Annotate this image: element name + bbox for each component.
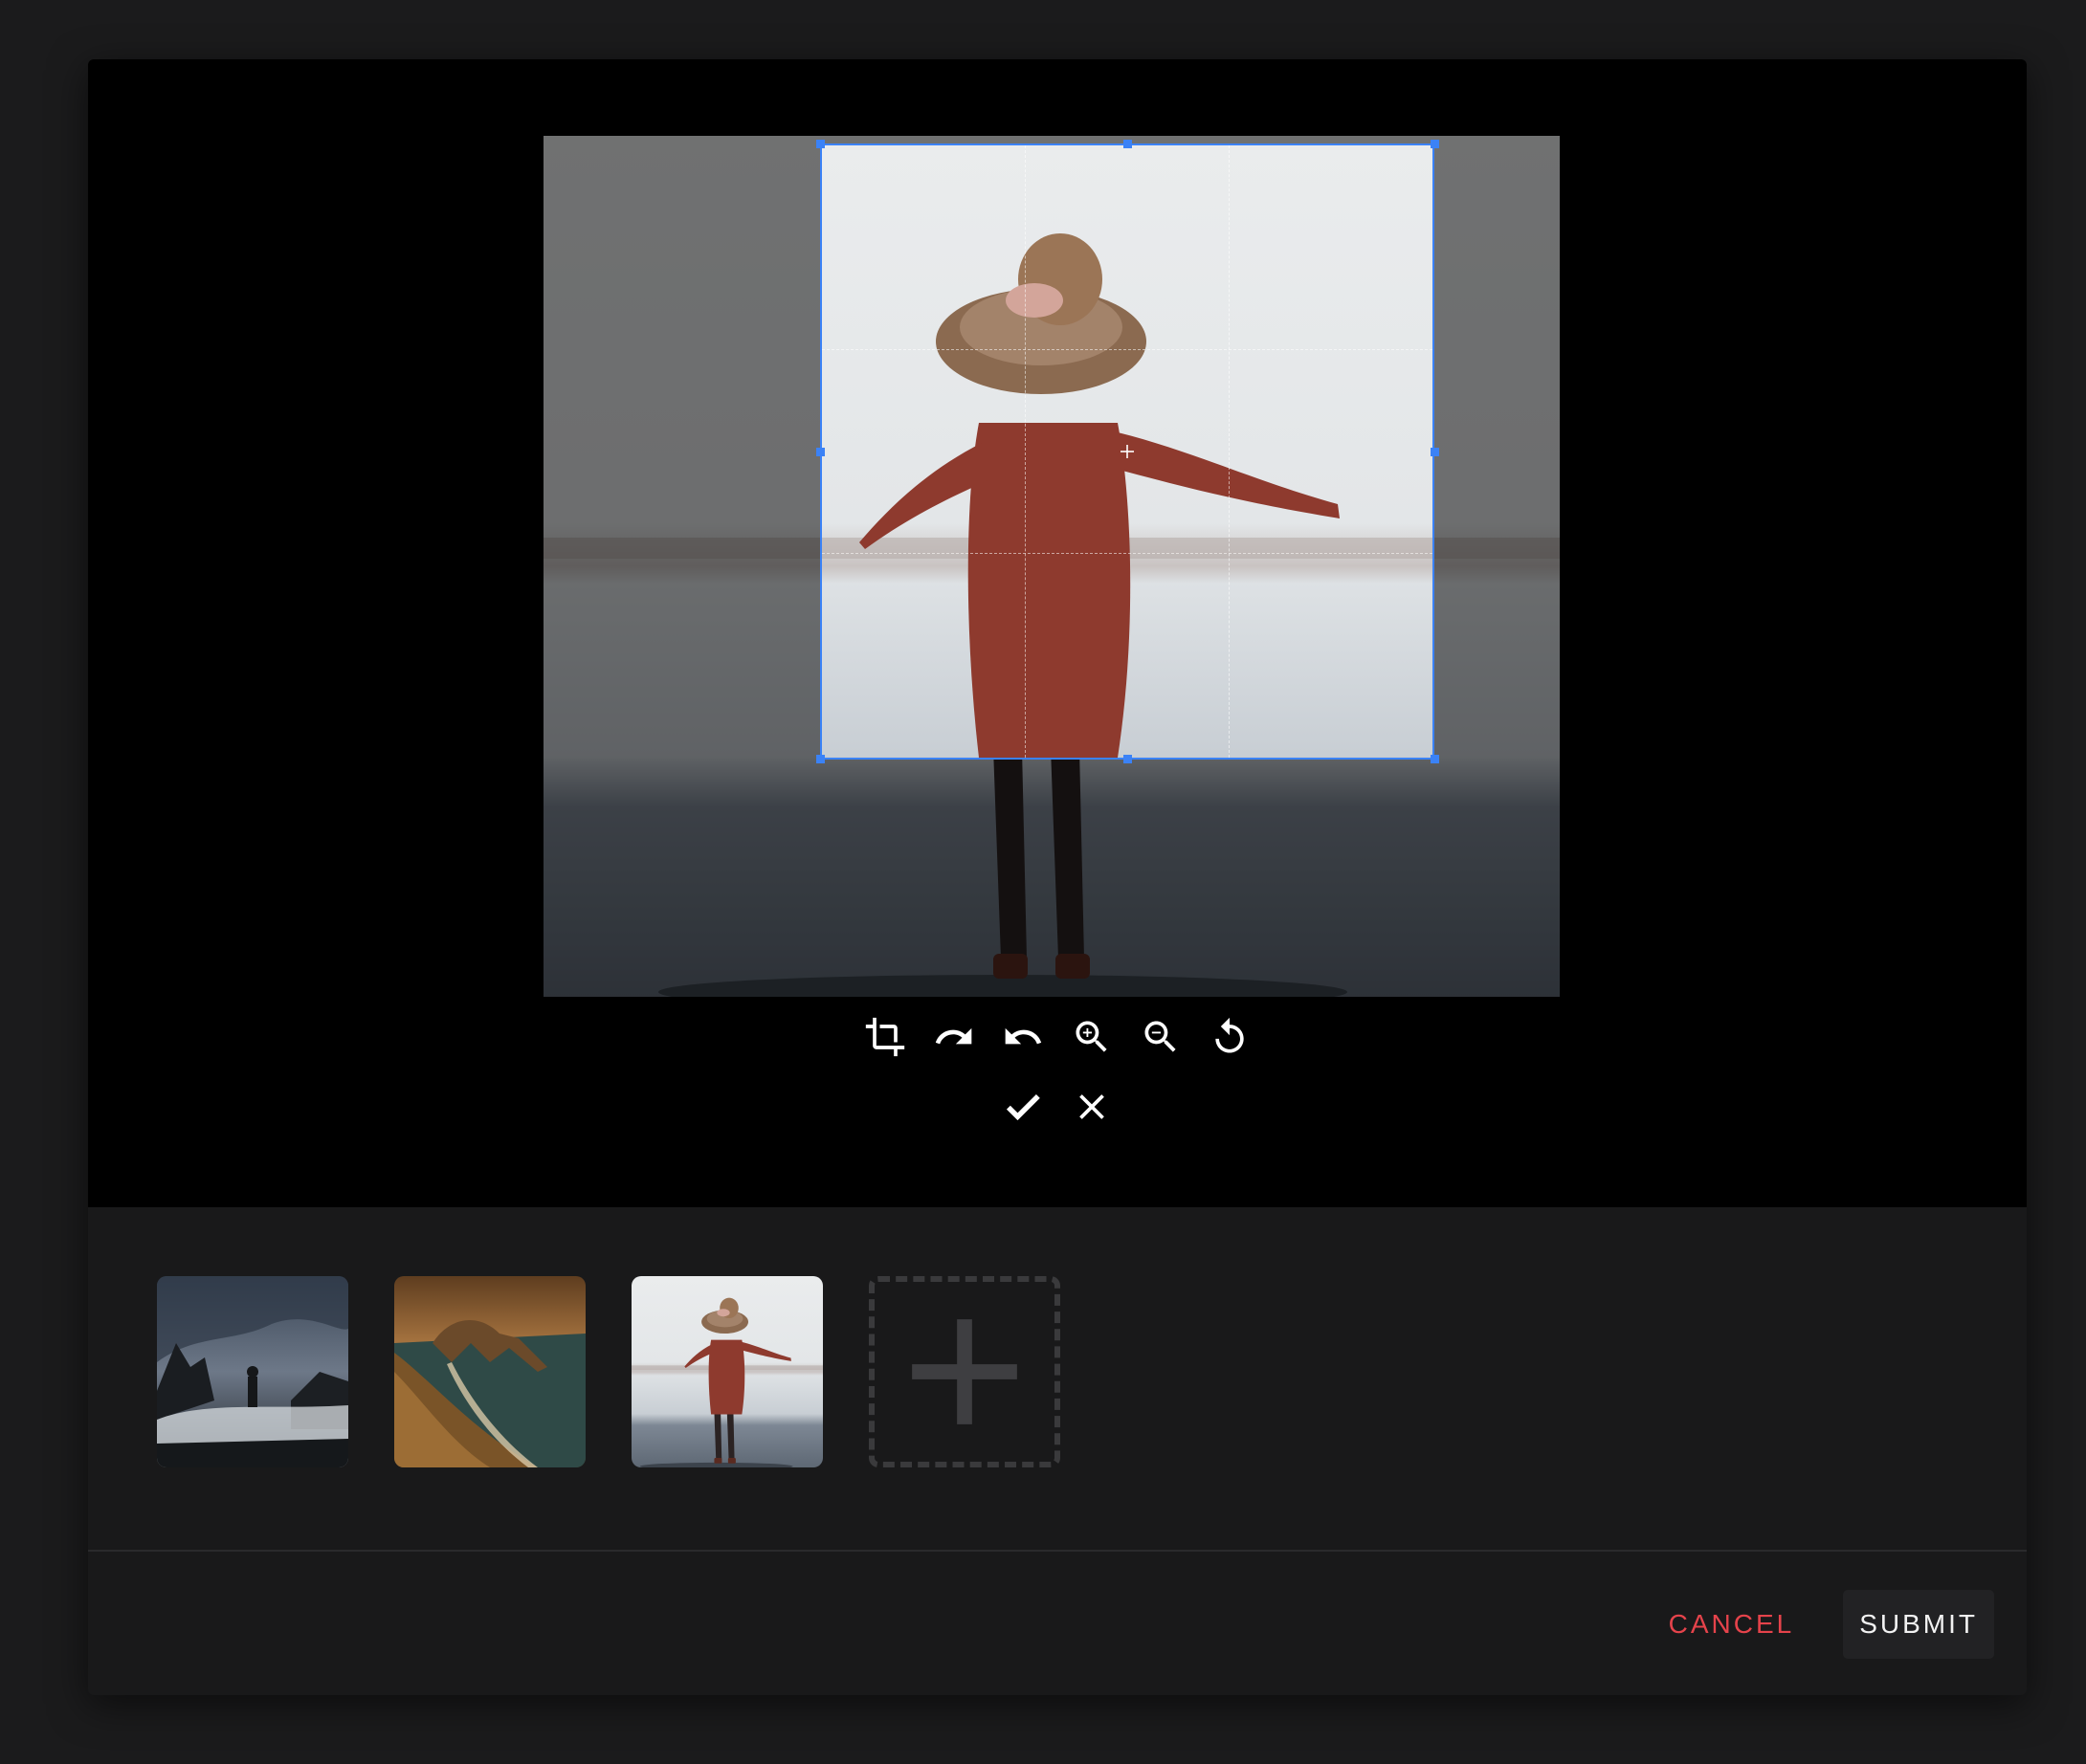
zoom-out-button[interactable]: [1140, 1016, 1182, 1058]
apply-crop-button[interactable]: [1002, 1086, 1044, 1128]
image-editor-dialog: CANCEL SUBMIT: [88, 59, 2027, 1695]
cancel-button[interactable]: CANCEL: [1653, 1590, 1811, 1659]
dialog-actions: CANCEL SUBMIT: [1653, 1590, 1994, 1659]
discard-crop-button[interactable]: [1071, 1086, 1113, 1128]
reset-button[interactable]: [1209, 1016, 1251, 1058]
crop-center-icon: [1121, 445, 1134, 458]
image-canvas[interactable]: [544, 136, 1560, 997]
crop-guide-horizontal: [822, 553, 1432, 555]
crop-button[interactable]: [864, 1016, 906, 1058]
plus-icon: [912, 1319, 1017, 1424]
footer-divider: [88, 1550, 2027, 1552]
crop-guide-vertical: [1228, 145, 1230, 758]
crop-handle-s[interactable]: [1123, 755, 1132, 763]
woman-red-jacket-photo: [632, 1276, 823, 1467]
crop-handle-e[interactable]: [1431, 448, 1439, 456]
crop-handle-n[interactable]: [1123, 140, 1132, 148]
editor-stage: [88, 59, 2027, 1207]
zoom-in-icon: [1076, 1021, 1107, 1052]
crop-confirm-bar: [88, 1086, 2027, 1128]
crop-guide-horizontal: [822, 349, 1432, 351]
zoom-in-button[interactable]: [1071, 1016, 1113, 1058]
crop-handle-sw[interactable]: [816, 755, 825, 763]
add-image-button[interactable]: [869, 1276, 1060, 1467]
thumbnail-rocky-coast[interactable]: [157, 1276, 348, 1467]
rocky-coast-photo: [157, 1276, 348, 1467]
thumbnail-woman-red-jacket[interactable]: [632, 1276, 823, 1467]
rotate-right-icon: [935, 1027, 972, 1045]
reset-icon: [1215, 1017, 1244, 1053]
check-icon: [1006, 1093, 1040, 1121]
close-icon: [1079, 1094, 1104, 1119]
zoom-out-icon: [1144, 1021, 1176, 1052]
thumbnail-sea-arch[interactable]: [394, 1276, 586, 1467]
crop-icon: [865, 1017, 905, 1057]
rotate-right-button[interactable]: [933, 1016, 975, 1058]
rotate-left-icon: [1005, 1027, 1042, 1045]
crop-selection[interactable]: [820, 143, 1434, 760]
rotate-left-button[interactable]: [1002, 1016, 1044, 1058]
crop-handle-w[interactable]: [816, 448, 825, 456]
sea-arch-photo: [394, 1276, 586, 1467]
editor-toolbar: [88, 1016, 2027, 1058]
image-gallery: [157, 1276, 1060, 1467]
crop-guide-vertical: [1025, 145, 1027, 758]
crop-handle-nw[interactable]: [816, 140, 825, 148]
crop-handle-ne[interactable]: [1431, 140, 1439, 148]
crop-handle-se[interactable]: [1431, 755, 1439, 763]
submit-button[interactable]: SUBMIT: [1843, 1590, 1994, 1659]
